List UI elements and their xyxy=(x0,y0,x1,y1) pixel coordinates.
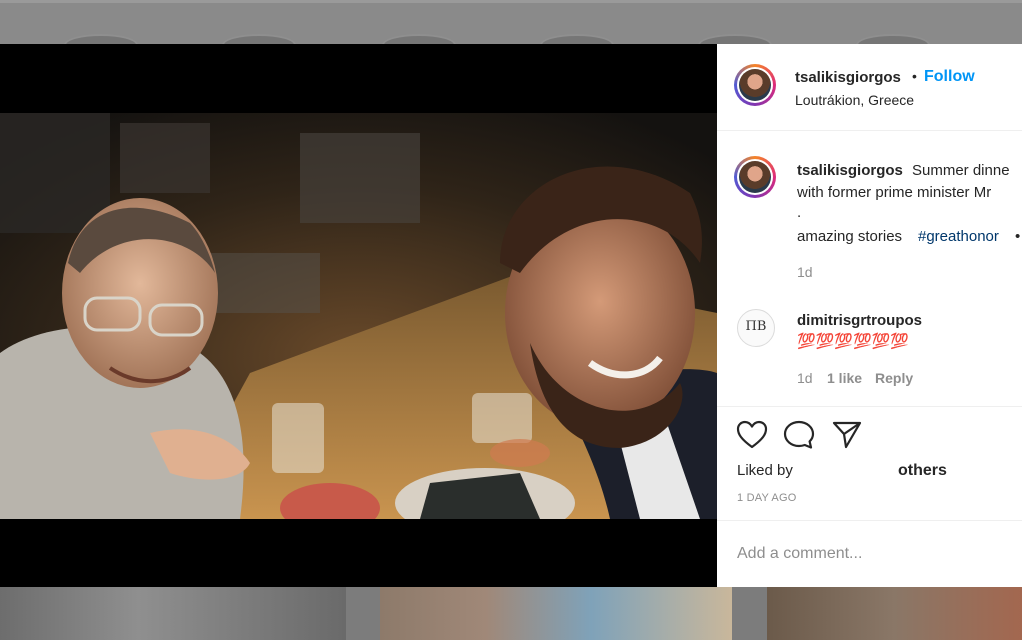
commenter-username[interactable]: dimitrisgrtroupos xyxy=(797,312,922,329)
liked-by-others[interactable]: others xyxy=(898,462,947,480)
avatar-ring-inner xyxy=(737,159,773,195)
share-icon[interactable] xyxy=(831,420,863,450)
photo-illustration xyxy=(0,113,717,519)
post-side-panel: tsalikisgiorgos • Follow Loutrákion, Gre… xyxy=(717,44,1022,587)
liked-by-redacted xyxy=(807,468,895,482)
add-comment-input[interactable]: Add a comment... xyxy=(737,545,862,563)
heart-icon[interactable] xyxy=(736,420,768,450)
post-timestamp[interactable]: 1 DAY AGO xyxy=(737,492,796,504)
avatar-image xyxy=(739,69,771,101)
post-photo[interactable] xyxy=(0,113,717,519)
avatar-ring-inner xyxy=(737,67,773,103)
header-divider xyxy=(717,130,1022,131)
post-location[interactable]: Loutrákion, Greece xyxy=(795,92,914,108)
comment-icon[interactable] xyxy=(783,420,815,450)
background-top-line xyxy=(0,0,1022,3)
follow-button[interactable]: Follow xyxy=(924,68,975,86)
post-media-area xyxy=(0,44,717,587)
caption-line-4-tail: • xyxy=(1015,228,1021,245)
follow-separator: • xyxy=(912,68,917,84)
comment-time[interactable]: 1d xyxy=(797,370,813,386)
grid-thumbnail[interactable] xyxy=(380,586,732,640)
caption-line-4: amazing stories xyxy=(797,228,903,245)
liked-by-prefix: Liked by xyxy=(737,462,793,479)
caption-hashtag[interactable]: #greathonor xyxy=(918,228,999,245)
commenter-avatar[interactable]: ΠΒ xyxy=(737,309,775,347)
author-username[interactable]: tsalikisgiorgos xyxy=(795,69,901,86)
commenter-avatar-monogram: ΠΒ xyxy=(745,319,767,334)
caption-line-2: with former prime minister Mr xyxy=(797,184,992,201)
grid-thumbnail[interactable] xyxy=(767,586,1022,640)
comment-reply-button[interactable]: Reply xyxy=(875,370,913,386)
caption-line-3: . xyxy=(797,204,802,221)
add-comment-divider xyxy=(717,520,1022,521)
author-avatar[interactable] xyxy=(734,64,776,106)
caption-username[interactable]: tsalikisgiorgos xyxy=(797,162,903,179)
avatar-image xyxy=(739,161,771,193)
comments-divider xyxy=(717,406,1022,407)
caption-line-1: Summer dinne xyxy=(912,162,1010,179)
comment-likes[interactable]: 1 like xyxy=(827,370,862,386)
caption-avatar[interactable] xyxy=(734,156,776,198)
comment-emojis: 💯💯💯💯💯💯 xyxy=(797,333,910,350)
caption-time[interactable]: 1d xyxy=(797,264,813,280)
grid-thumbnail[interactable] xyxy=(0,586,346,640)
